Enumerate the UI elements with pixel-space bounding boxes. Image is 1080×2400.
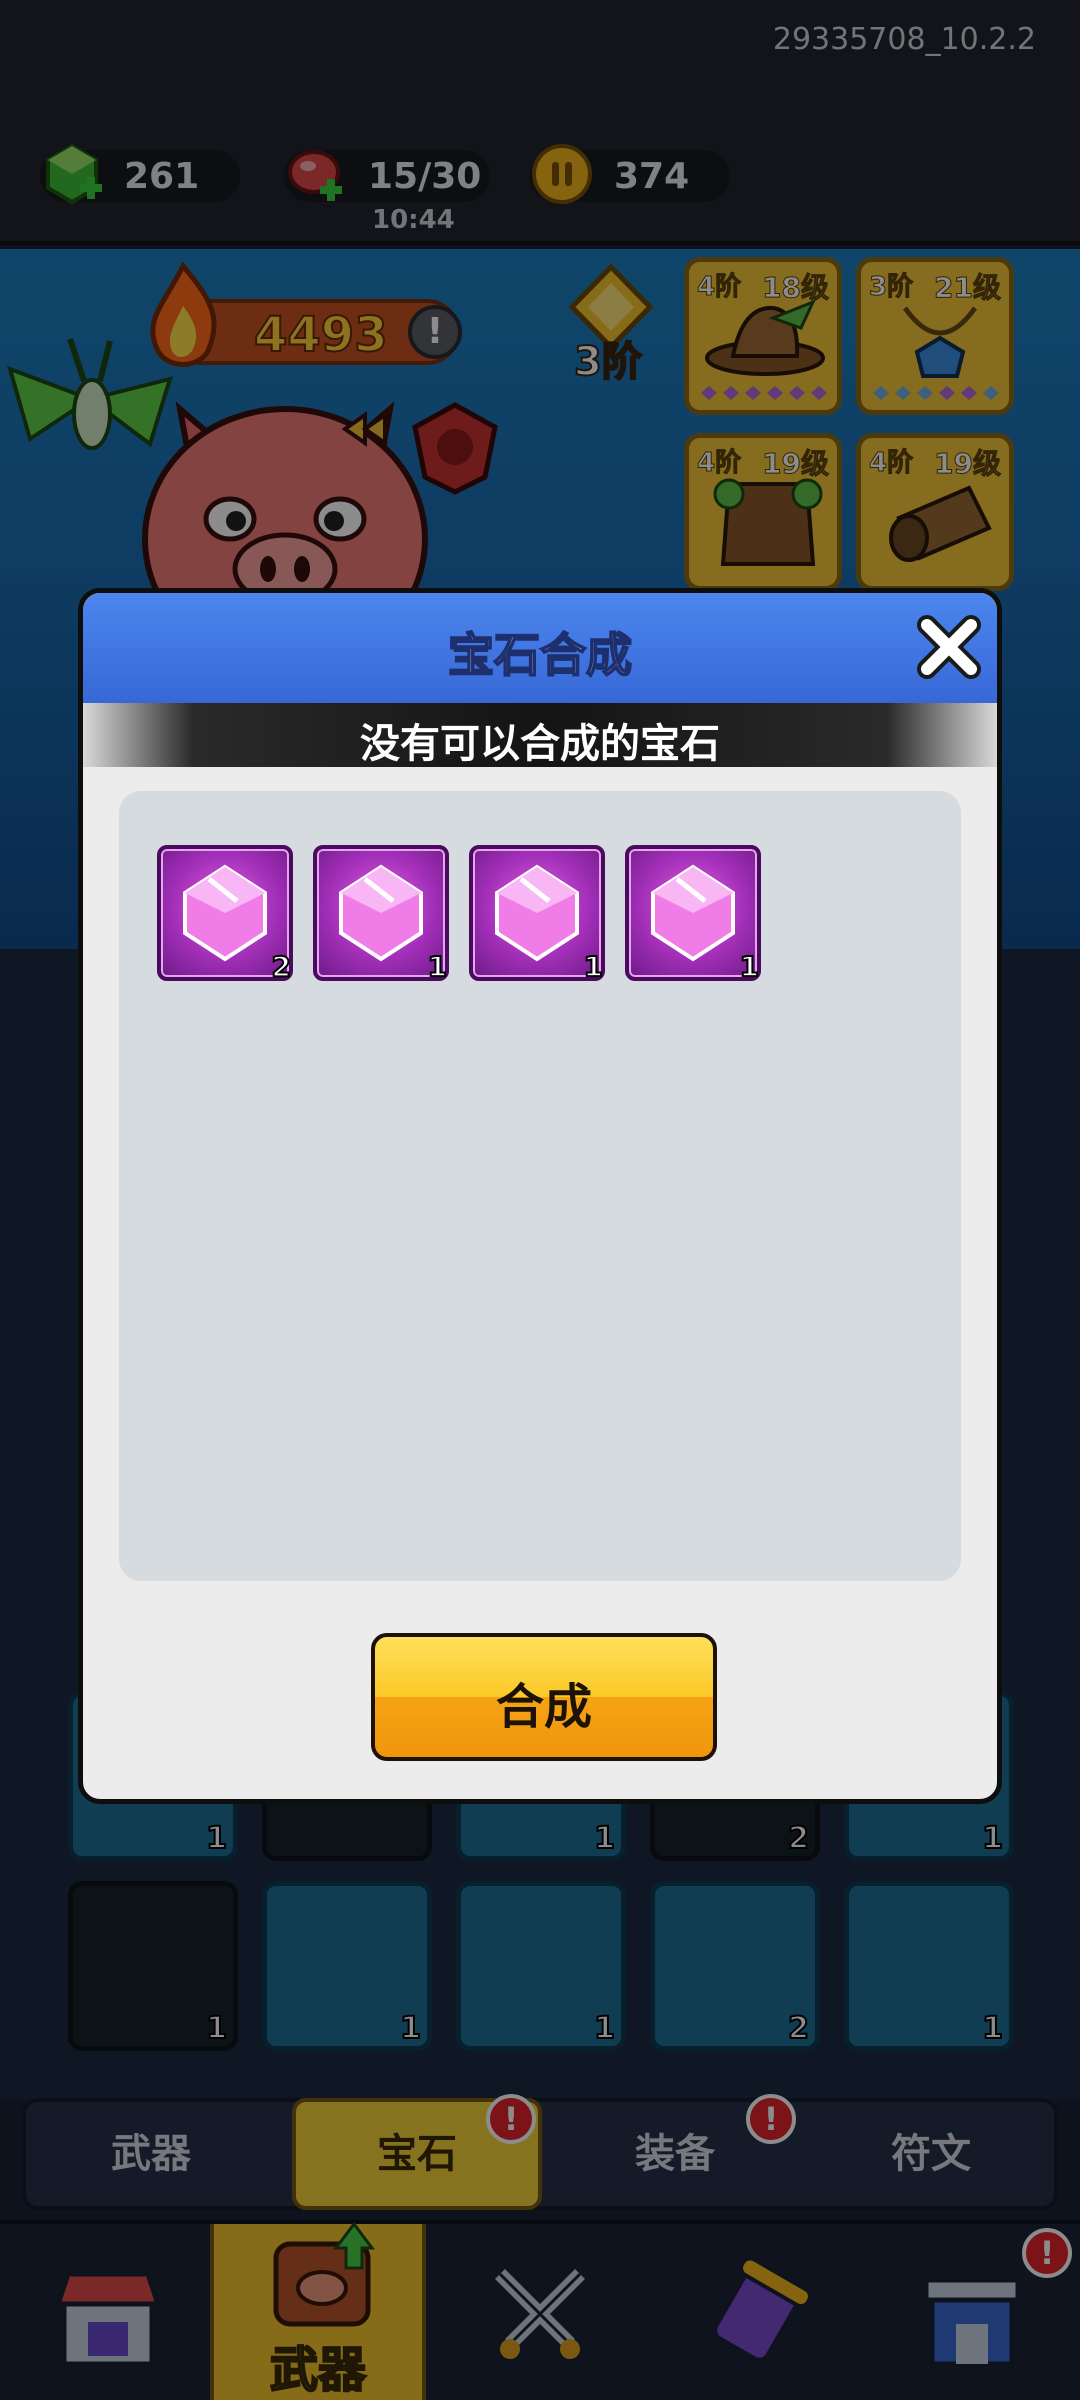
gem-card[interactable]: 1 <box>469 845 605 984</box>
gem-card[interactable]: 1 <box>313 845 449 984</box>
gem-count: 1 <box>738 949 760 984</box>
dialog-title: 宝石合成 <box>447 627 633 683</box>
subtitle-bar: 没有可以合成的宝石 <box>83 703 997 767</box>
gem-card[interactable]: 2 <box>157 845 293 984</box>
purple-gem-icon <box>495 864 579 962</box>
merge-button[interactable]: 合成 <box>371 1633 717 1761</box>
gem-card[interactable]: 1 <box>625 845 761 984</box>
gem-count: 2 <box>270 949 292 984</box>
gem-count: 1 <box>582 949 604 984</box>
merge-button-label: 合成 <box>495 1679 592 1735</box>
close-icon[interactable] <box>913 611 985 683</box>
purple-gem-icon <box>651 864 735 962</box>
gem-list-panel: 2 1 1 1 <box>119 791 961 1581</box>
purple-gem-icon <box>183 864 267 962</box>
dialog-header: 宝石合成 <box>83 593 997 703</box>
dialog-subtitle: 没有可以合成的宝石 <box>360 721 720 767</box>
gem-merge-dialog: 宝石合成 没有可以合成的宝石 2 1 1 1 合成 <box>78 588 1002 1804</box>
purple-gem-icon <box>339 864 423 962</box>
gem-count: 1 <box>426 949 448 984</box>
